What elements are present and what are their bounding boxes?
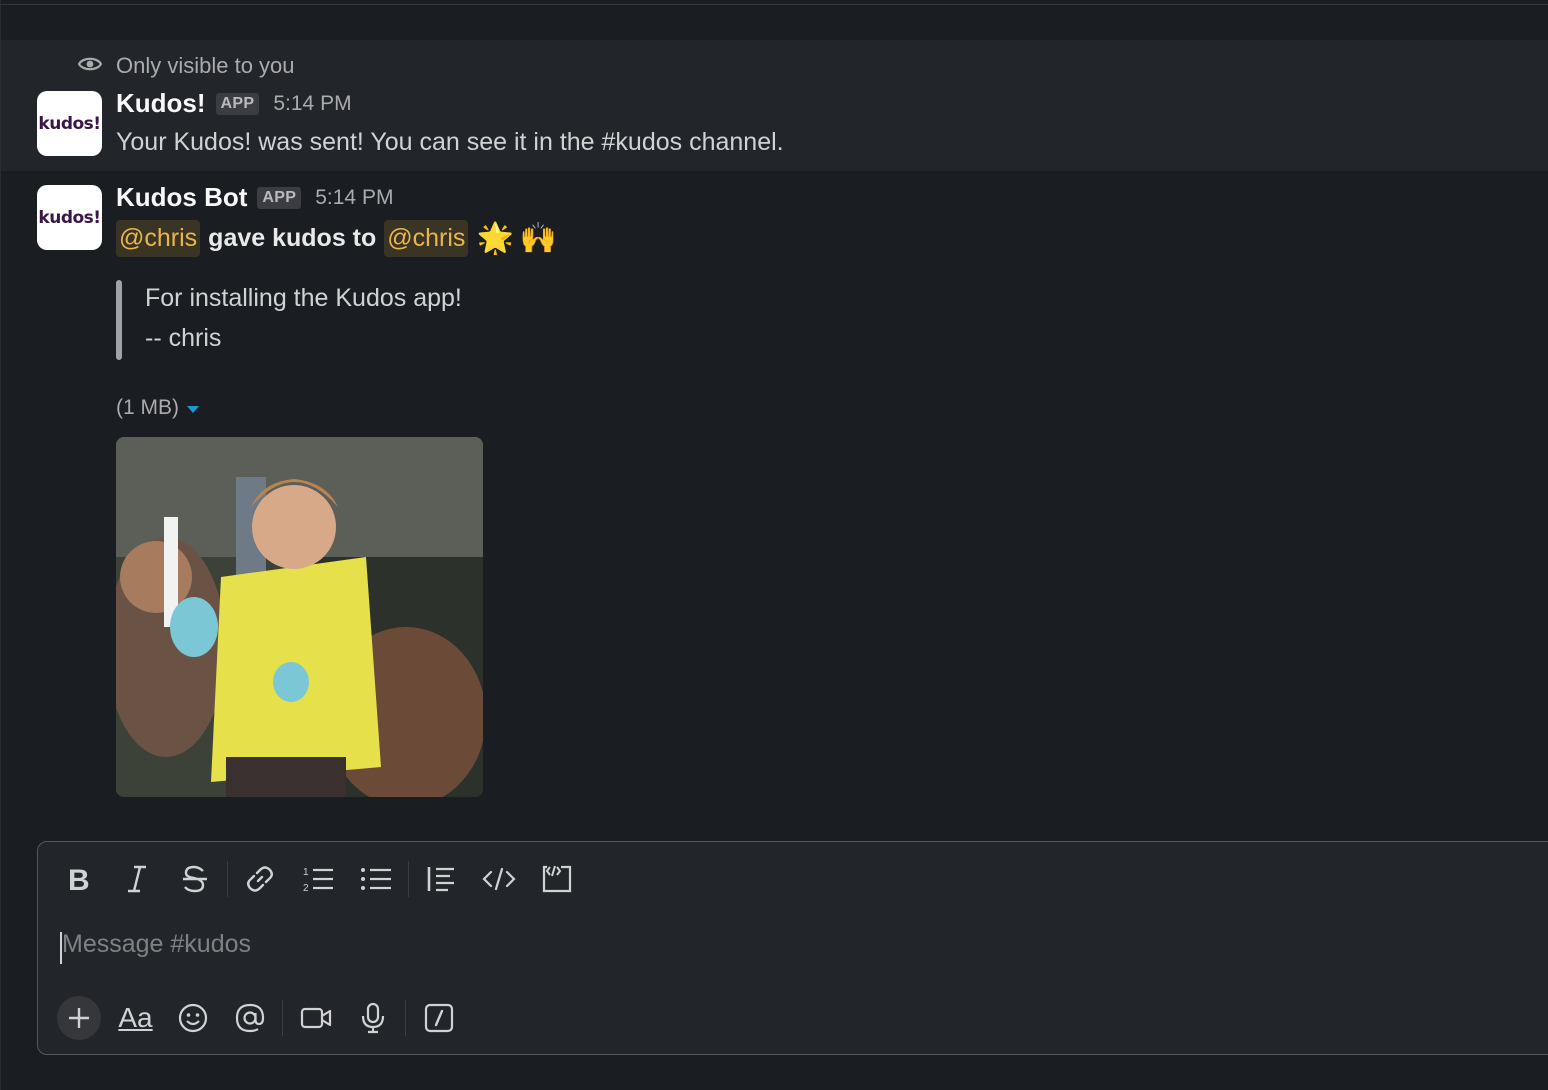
- gif-image[interactable]: [116, 437, 483, 797]
- file-size-toggle[interactable]: (1 MB): [116, 396, 199, 420]
- quote-signature: -- chris: [145, 324, 222, 352]
- toolbar-divider: [227, 861, 228, 897]
- ephemeral-notice-text: Only visible to you: [116, 53, 295, 78]
- formatting-toolbar: B 12: [50, 856, 586, 902]
- attach-button[interactable]: [50, 994, 107, 1042]
- kudos-action-text: gave kudos to: [208, 223, 377, 252]
- emoji-icon[interactable]: [164, 994, 221, 1042]
- avatar[interactable]: kudos!: [37, 91, 102, 156]
- star-emoji: 🌟: [476, 221, 514, 255]
- message-header: Kudos Bot APP 5:14 PM: [116, 182, 393, 213]
- mention-icon[interactable]: [221, 994, 278, 1042]
- message-header: Kudos! APP 5:14 PM: [116, 88, 352, 119]
- bold-icon[interactable]: B: [50, 856, 108, 902]
- blockquote-icon[interactable]: [412, 856, 470, 902]
- avatar-logo-text: kudos!: [38, 113, 101, 134]
- composer-actions: Aa: [50, 994, 467, 1042]
- ephemeral-notice: Only visible to you: [77, 52, 295, 80]
- top-border: [0, 0, 1548, 5]
- message-text: Your Kudos! was sent! You can see it in …: [116, 128, 784, 156]
- raised-hands-emoji: 🙌: [519, 221, 558, 255]
- caret-down-icon: [187, 406, 199, 413]
- microphone-icon[interactable]: [344, 994, 401, 1042]
- toolbar-divider: [282, 1000, 283, 1036]
- slash-command-icon[interactable]: [410, 994, 467, 1042]
- link-icon[interactable]: [231, 856, 289, 902]
- toolbar-divider: [408, 861, 409, 897]
- svg-text:1: 1: [303, 867, 309, 878]
- user-mention[interactable]: @chris: [116, 219, 201, 257]
- quote-text: For installing the Kudos app!: [145, 284, 462, 312]
- ordered-list-icon[interactable]: 12: [289, 856, 347, 902]
- italic-icon[interactable]: [108, 856, 166, 902]
- video-icon[interactable]: [287, 994, 344, 1042]
- text-format-label: Aa: [118, 1002, 153, 1033]
- kudos-line: @chris gave kudos to @chris 🌟 🙌: [116, 216, 557, 260]
- message-timestamp[interactable]: 5:14 PM: [273, 92, 351, 116]
- avatar-logo-text: kudos!: [38, 207, 101, 228]
- message-input[interactable]: Message #kudos: [62, 930, 251, 959]
- svg-text:2: 2: [303, 883, 309, 894]
- quote-bar: [116, 280, 122, 360]
- text-format-icon[interactable]: Aa: [107, 994, 164, 1042]
- app-badge: APP: [215, 92, 260, 115]
- strikethrough-icon[interactable]: [166, 856, 224, 902]
- user-mention[interactable]: @chris: [384, 219, 469, 257]
- message-timestamp[interactable]: 5:14 PM: [315, 186, 393, 210]
- bulleted-list-icon[interactable]: [347, 856, 405, 902]
- app-badge: APP: [257, 186, 302, 209]
- plus-icon: [56, 996, 101, 1040]
- sender-name[interactable]: Kudos Bot: [116, 182, 247, 213]
- eye-icon: [77, 55, 103, 78]
- file-size-text: (1 MB): [116, 396, 179, 419]
- code-icon[interactable]: [470, 856, 528, 902]
- svg-text:B: B: [68, 864, 90, 894]
- toolbar-divider: [405, 1000, 406, 1036]
- sender-name[interactable]: Kudos!: [116, 88, 206, 119]
- avatar[interactable]: kudos!: [37, 185, 102, 250]
- code-block-icon[interactable]: [528, 856, 586, 902]
